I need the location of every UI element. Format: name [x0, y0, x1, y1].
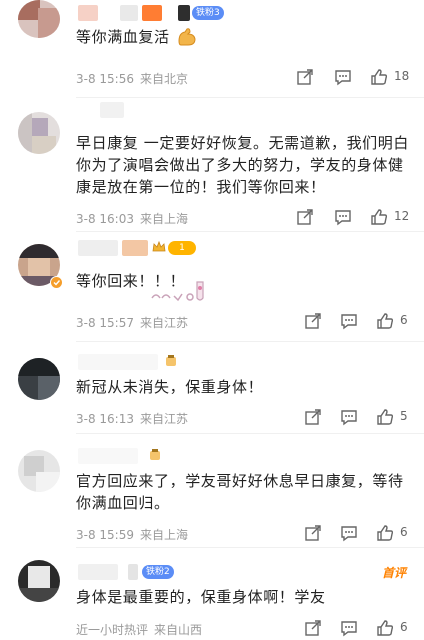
- thumbs-up-icon[interactable]: [376, 408, 394, 426]
- comment-item: 铁粉3 等你满血复活 3-8 15:56 来自北京 18: [0, 0, 424, 98]
- comment-time: 3-8 15:57: [76, 316, 134, 330]
- thumbs-up-icon[interactable]: [370, 68, 388, 86]
- like-count: 12: [394, 209, 410, 223]
- comment-item: 新冠从未消失，保重身体！ 3-8 16:13 来自江苏 5: [0, 342, 424, 434]
- comment-text: 等你回来！！！: [76, 272, 186, 290]
- comment-icon[interactable]: [340, 524, 358, 542]
- comment-meta: 3-8 16:03 来自上海: [76, 210, 188, 227]
- comment-item: 铁粉2 首评 身体是最重要的，保重身体啊！学友 近一小时热评 来自山西 6: [0, 548, 424, 640]
- thumbs-up-icon[interactable]: [376, 524, 394, 542]
- comment-text: 身体是最重要的，保重身体啊！学友: [76, 588, 326, 606]
- like-count: 6: [400, 313, 408, 327]
- comment-location: 来自上海: [140, 528, 189, 542]
- comment-item: 1 等你回来！！！ 3-8 15:57 来自江苏 6: [0, 232, 424, 342]
- comment-icon[interactable]: [340, 408, 358, 426]
- share-icon[interactable]: [296, 208, 314, 226]
- like-count: 6: [400, 620, 408, 634]
- avatar[interactable]: [18, 112, 60, 154]
- username-blurred[interactable]: 铁粉2: [78, 564, 218, 580]
- thumbs-up-icon[interactable]: [370, 208, 388, 226]
- comment-icon[interactable]: [334, 68, 352, 86]
- avatar[interactable]: [18, 0, 60, 38]
- fan-emoji-icon: [166, 355, 176, 366]
- fan-badge: 铁粉3: [192, 6, 224, 20]
- comment-location: 来自北京: [140, 72, 189, 86]
- first-comment-tag: 首评: [381, 566, 406, 580]
- comment-meta: 3-8 15:59 来自上海: [76, 526, 188, 543]
- share-icon[interactable]: [304, 524, 322, 542]
- level-badge: 1: [168, 241, 196, 255]
- comment-meta: 3-8 15:57 来自江苏: [76, 314, 188, 331]
- comment-icon[interactable]: [334, 208, 352, 226]
- comment-item: 早日康复 一定要好好恢复。无需道歉，我们明白你为了演唱会做出了多大的努力，学友的…: [0, 98, 424, 232]
- comment-icon[interactable]: [340, 312, 358, 330]
- comment-text: 早日康复 一定要好好恢复。无需道歉，我们明白你为了演唱会做出了多大的努力，学友的…: [76, 134, 409, 196]
- share-icon[interactable]: [304, 312, 322, 330]
- cute-sticker-icon: [151, 281, 204, 302]
- avatar[interactable]: [18, 560, 60, 602]
- share-icon[interactable]: [296, 68, 314, 86]
- comment-text: 官方回应来了，学友哥好好休息早日康复，等待你满血回归。: [76, 472, 404, 512]
- thumbs-up-icon[interactable]: [376, 312, 394, 330]
- share-icon[interactable]: [304, 619, 322, 637]
- avatar[interactable]: [18, 450, 60, 492]
- comment-time: 3-8 15:59: [76, 528, 134, 542]
- comment-location: 来自江苏: [140, 412, 189, 426]
- username-blurred[interactable]: 1: [78, 240, 208, 256]
- comment-icon[interactable]: [340, 619, 358, 637]
- comment-meta: 3-8 15:56 来自北京: [76, 70, 188, 87]
- username-blurred[interactable]: [78, 102, 138, 118]
- flex-emoji-icon: [178, 28, 196, 46]
- comment-text: 新冠从未消失，保重身体！: [76, 378, 264, 396]
- comment-location: 来自山西: [154, 623, 203, 637]
- like-count: 5: [400, 409, 408, 423]
- comment-location: 来自江苏: [140, 316, 189, 330]
- like-count: 6: [400, 525, 408, 539]
- comment-text: 等你满血复活: [76, 28, 170, 46]
- avatar[interactable]: [18, 358, 60, 400]
- fan-badge: 铁粉2: [142, 565, 174, 579]
- comment-meta: 近一小时热评 来自山西: [76, 621, 202, 638]
- comment-time: 3-8 15:56: [76, 72, 134, 86]
- username-blurred[interactable]: [78, 448, 198, 464]
- verified-badge-icon: [50, 276, 63, 289]
- comment-time: 近一小时热评: [76, 623, 149, 637]
- comment-item: 官方回应来了，学友哥好好休息早日康复，等待你满血回归。 3-8 15:59 来自上…: [0, 434, 424, 548]
- comment-location: 来自上海: [140, 212, 189, 226]
- username-blurred[interactable]: [78, 354, 198, 370]
- username-blurred[interactable]: 铁粉3: [78, 5, 228, 21]
- crown-icon: [152, 240, 166, 252]
- comment-meta: 3-8 16:13 来自江苏: [76, 410, 188, 427]
- like-count: 18: [394, 69, 410, 83]
- comment-time: 3-8 16:13: [76, 412, 134, 426]
- thumbs-up-icon[interactable]: [376, 619, 394, 637]
- share-icon[interactable]: [304, 408, 322, 426]
- comment-time: 3-8 16:03: [76, 212, 134, 226]
- fan-emoji-icon: [150, 449, 160, 460]
